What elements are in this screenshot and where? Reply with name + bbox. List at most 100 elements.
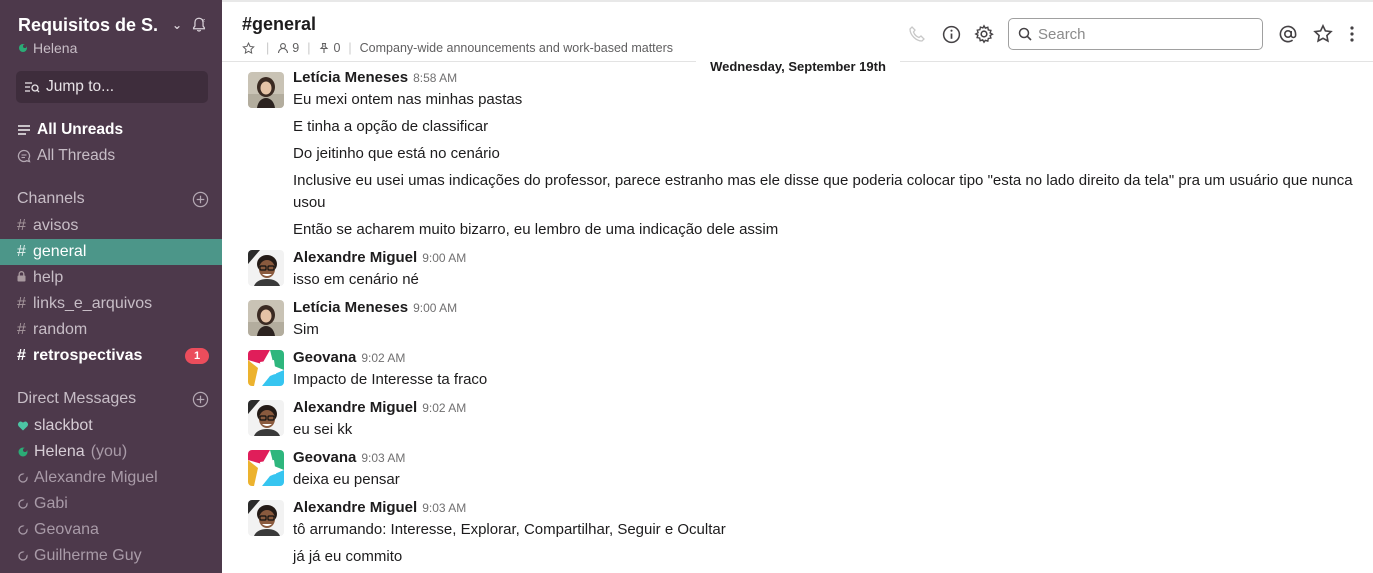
- call-icon[interactable]: [907, 24, 927, 44]
- avatar-geovana: [248, 350, 284, 386]
- author-name[interactable]: Alexandre Miguel: [293, 399, 417, 416]
- timestamp[interactable]: 9:03 AM: [422, 501, 466, 515]
- avatar[interactable]: [248, 500, 284, 536]
- avatar[interactable]: [248, 450, 284, 486]
- channels-title: Channels: [17, 190, 85, 207]
- search-input[interactable]: [1038, 25, 1248, 43]
- sidebar-item-all-threads[interactable]: All Threads: [17, 144, 222, 168]
- sidebar-dm-helena[interactable]: Helena (you): [0, 439, 222, 465]
- message-header: Geovana 9:03 AM: [293, 449, 405, 466]
- sidebar-item-links-e-arquivos[interactable]: # links_e_arquivos: [0, 291, 222, 317]
- info-icon[interactable]: [941, 24, 961, 44]
- sidebar-dm-slackbot[interactable]: slackbot: [0, 413, 222, 439]
- sidebar-item-random[interactable]: # random: [0, 317, 222, 343]
- message-text: eu sei kk: [293, 421, 353, 438]
- mentions-icon[interactable]: [1278, 24, 1298, 44]
- bell-icon[interactable]: z: [190, 16, 208, 34]
- timestamp[interactable]: 9:02 AM: [422, 401, 466, 415]
- message-text: já já eu commito: [293, 548, 403, 565]
- avatar[interactable]: [248, 350, 284, 386]
- gear-icon[interactable]: [974, 24, 994, 44]
- avatar[interactable]: [248, 300, 284, 336]
- avatar-alexandre: [248, 250, 284, 286]
- author-name[interactable]: Alexandre Miguel: [293, 249, 417, 266]
- avatar[interactable]: [248, 250, 284, 286]
- timestamp[interactable]: 9:02 AM: [361, 351, 405, 365]
- message-text: Inclusive eu usei umas indicações do pro…: [293, 172, 1353, 211]
- search-box[interactable]: [1008, 18, 1263, 50]
- avatar-alexandre: [248, 500, 284, 536]
- author-name[interactable]: Letícia Meneses: [293, 299, 408, 316]
- direct-messages-title: Direct Messages: [17, 390, 137, 407]
- message: Geovana 9:03 AM deixa eu pensar: [222, 449, 1373, 493]
- channel-name: help: [33, 269, 64, 286]
- sidebar-item-help[interactable]: help: [0, 265, 222, 291]
- presence-icon: [19, 44, 27, 52]
- author-name[interactable]: Geovana: [293, 449, 356, 466]
- divider: |: [266, 41, 270, 55]
- jump-to-icon: [25, 82, 40, 93]
- starred-items-icon[interactable]: [1313, 24, 1333, 44]
- member-count[interactable]: 9: [292, 41, 299, 55]
- message: Alexandre Miguel 9:03 AM tô arrumando: I…: [222, 499, 1373, 571]
- avatar[interactable]: [248, 400, 284, 436]
- team-name-label: Requisitos de S...: [18, 15, 158, 35]
- direct-messages-section-header[interactable]: Direct Messages: [17, 390, 209, 408]
- add-dm-icon[interactable]: [192, 391, 209, 408]
- author-name[interactable]: Letícia Meneses: [293, 69, 408, 86]
- heart-icon: [17, 421, 29, 431]
- sidebar-item-avisos[interactable]: # avisos: [0, 213, 222, 239]
- presence-icon: [18, 499, 28, 509]
- message: Alexandre Miguel 9:02 AM eu sei kk: [222, 399, 1373, 443]
- channel-title[interactable]: #general: [242, 14, 316, 35]
- sidebar-dm-guilherme-guy[interactable]: Guilherme Guy: [0, 543, 222, 569]
- hash-icon: #: [17, 347, 26, 364]
- channel-topic[interactable]: Company-wide announcements and work-base…: [360, 41, 673, 55]
- team-name[interactable]: Requisitos de S... ⌄: [18, 14, 208, 36]
- hash-icon: #: [17, 243, 26, 260]
- current-user-name: Helena: [33, 40, 78, 56]
- top-border: [222, 0, 1373, 2]
- sidebar-item-general[interactable]: # general: [0, 239, 222, 265]
- more-options-icon[interactable]: [1342, 24, 1362, 44]
- message-header: Letícia Meneses 9:00 AM: [293, 299, 457, 316]
- channels-section-header[interactable]: Channels: [17, 190, 209, 208]
- channel-meta: | 9 | 0 | Company-wide announcements and…: [242, 41, 673, 55]
- dm-name: Helena: [34, 443, 85, 460]
- timestamp[interactable]: 9:00 AM: [413, 301, 457, 315]
- sidebar-dm-geovana[interactable]: Geovana: [0, 517, 222, 543]
- channel-name: general: [33, 243, 87, 260]
- you-label: (you): [90, 443, 128, 460]
- svg-text:z: z: [202, 18, 205, 24]
- hash-icon: #: [17, 295, 26, 312]
- dm-name: slackbot: [34, 417, 93, 434]
- author-name[interactable]: Alexandre Miguel: [293, 499, 417, 516]
- search-icon: [1018, 27, 1032, 41]
- sidebar-item-all-unreads[interactable]: All Unreads: [17, 118, 222, 142]
- author-name[interactable]: Geovana: [293, 349, 356, 366]
- avatar[interactable]: [248, 72, 284, 108]
- message-text: Então se acharem muito bizarro, eu lembr…: [293, 221, 779, 238]
- message-header: Alexandre Miguel 9:03 AM: [293, 499, 466, 516]
- star-icon[interactable]: [242, 41, 255, 55]
- current-user[interactable]: Helena: [18, 40, 208, 56]
- message-header: Letícia Meneses 8:58 AM: [293, 69, 457, 86]
- hash-icon: #: [17, 217, 26, 234]
- message-text: tô arrumando: Interesse, Explorar, Compa…: [293, 521, 726, 538]
- team-header[interactable]: Requisitos de S... ⌄ z Helena: [18, 14, 208, 56]
- add-channel-icon[interactable]: [192, 191, 209, 208]
- sidebar-item-retrospectivas[interactable]: # retrospectivas 1: [0, 343, 222, 369]
- pin-icon: [320, 42, 329, 53]
- timestamp[interactable]: 8:58 AM: [413, 71, 457, 85]
- message-text: Impacto de Interesse ta fraco: [293, 371, 488, 388]
- jump-to-button[interactable]: Jump to...: [16, 71, 208, 103]
- sidebar-dm-alexandre-miguel[interactable]: Alexandre Miguel: [0, 465, 222, 491]
- pinned-count[interactable]: 0: [333, 41, 340, 55]
- message-text: Sim: [293, 321, 319, 338]
- all-threads-label: All Threads: [37, 147, 116, 164]
- channel-name: random: [33, 321, 88, 338]
- sidebar-dm-gabi[interactable]: Gabi: [0, 491, 222, 517]
- timestamp[interactable]: 9:03 AM: [361, 451, 405, 465]
- timestamp[interactable]: 9:00 AM: [422, 251, 466, 265]
- member-icon: [278, 43, 289, 54]
